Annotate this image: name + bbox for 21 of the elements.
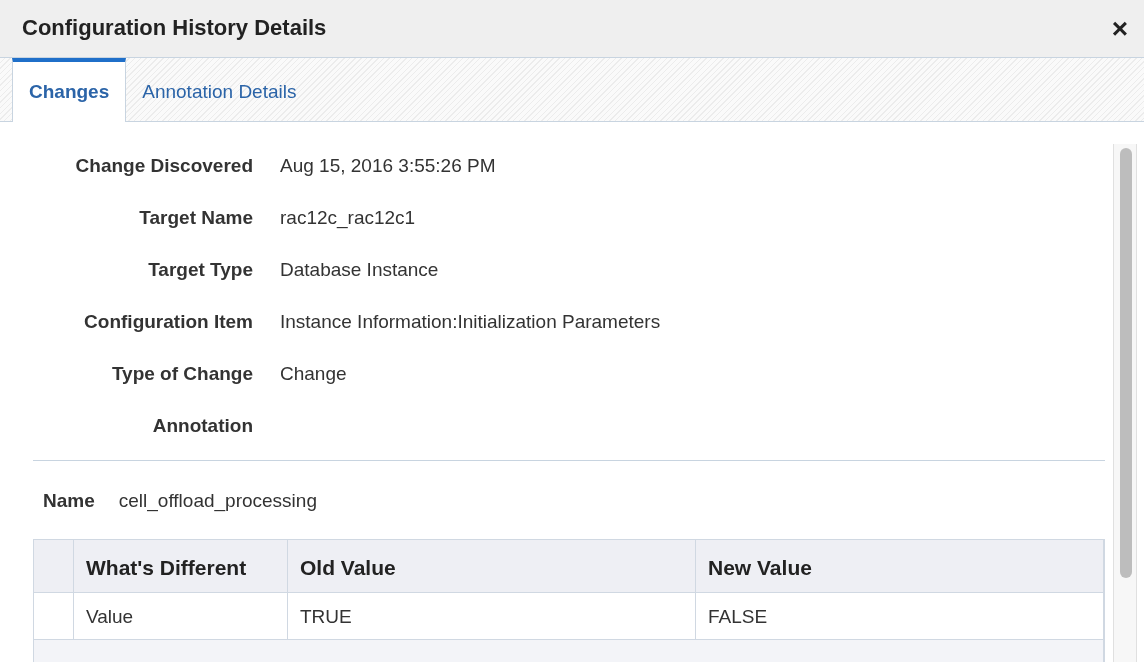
column-header: What's Different	[74, 540, 288, 593]
name-label: Name	[43, 489, 95, 513]
name-value: cell_offload_processing	[118, 489, 317, 514]
field-value: Change	[280, 363, 347, 384]
field-label: Type of Change	[110, 362, 253, 386]
column-header: Old Value	[288, 540, 696, 593]
field-label: Change Discovered	[74, 154, 253, 178]
field-label: Target Type	[147, 258, 253, 282]
scrollbar[interactable]	[1113, 144, 1137, 662]
column-header: New Value	[696, 540, 1104, 593]
field-value: rac12c_rac12c1	[280, 207, 416, 228]
field-label: Annotation	[151, 414, 253, 438]
field-label: Target Name	[138, 206, 253, 230]
field-label: Configuration Item	[83, 310, 253, 334]
tab[interactable]: Changes	[12, 58, 127, 122]
close-button[interactable]: ×	[1107, 14, 1132, 43]
field-value: Instance Information:Initialization Parameters	[280, 311, 661, 332]
field-value: Database Instance	[280, 259, 439, 280]
tab[interactable]: Annotation Details	[126, 58, 313, 122]
dialog-title: Configuration History Details	[22, 15, 327, 42]
field-value: Aug 15, 2016 3:55:26 PM	[280, 155, 496, 176]
